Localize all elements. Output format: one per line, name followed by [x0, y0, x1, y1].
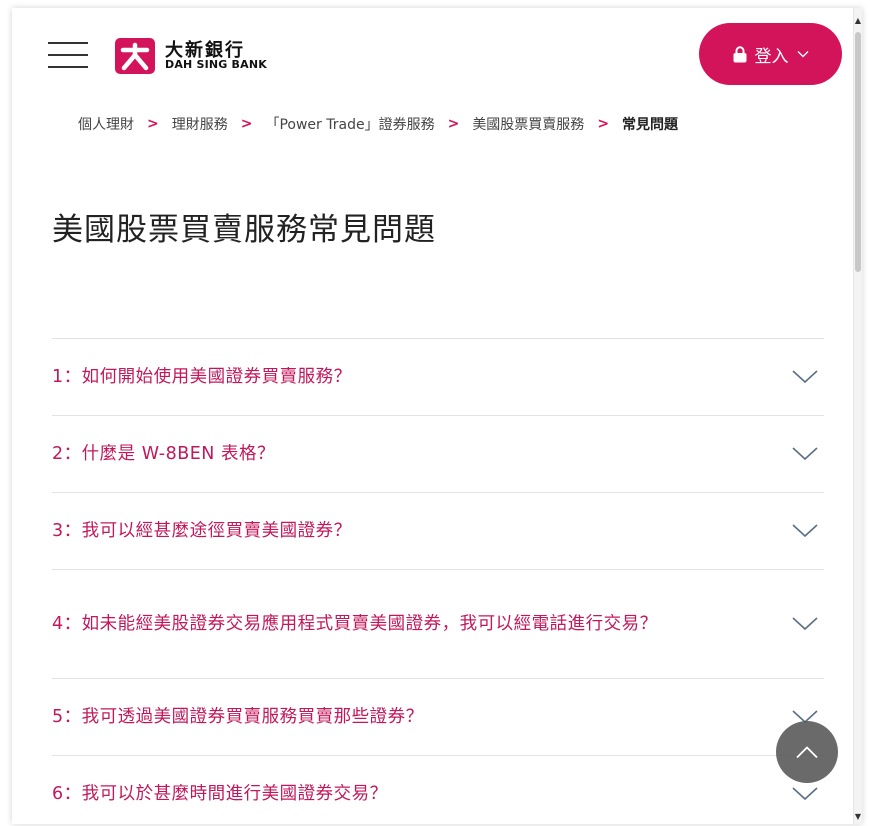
faq-item-1[interactable]: 1：如何開始使用美國證券買賣服務？	[52, 338, 824, 415]
faq-question: 1：如何開始使用美國證券買賣服務？	[52, 367, 352, 387]
logo-english-name: DAH SING BANK	[165, 58, 267, 71]
faq-question: 3：我可以經甚麼途徑買賣美國證券？	[52, 521, 352, 541]
lock-icon	[733, 45, 746, 62]
chevron-down-icon[interactable]	[792, 523, 818, 539]
back-to-top-button[interactable]	[776, 721, 838, 783]
faq-question: 2：什麼是 W-8BEN 表格？	[52, 444, 275, 464]
scrollbar-thumb[interactable]	[855, 32, 861, 272]
breadcrumb-item[interactable]: 美國股票買賣服務	[472, 114, 584, 134]
dah-sing-logo-icon	[115, 38, 155, 74]
bank-logo[interactable]: 大新銀行 DAH SING BANK	[115, 36, 295, 76]
page-title: 美國股票買賣服務常見問題	[52, 212, 436, 248]
faq-item-6[interactable]: 6：我可以於甚麼時間進行美國證券交易？	[52, 755, 824, 824]
breadcrumb-item[interactable]: 理財服務	[172, 114, 228, 134]
login-label: 登入	[754, 46, 789, 67]
faq-question: 5：我可透過美國證券買賣服務買賣那些證券？	[52, 707, 424, 727]
chevron-down-icon[interactable]	[792, 446, 818, 462]
faq-question: 6：我可以於甚麼時間進行美國證券交易？	[52, 784, 388, 804]
chevron-down-icon[interactable]	[792, 786, 818, 802]
breadcrumb-separator-icon: >	[597, 116, 610, 132]
faq-item-4[interactable]: 4：如未能經美股證券交易應用程式買賣美國證券，我可以經電話進行交易？	[52, 569, 824, 678]
faq-item-5[interactable]: 5：我可透過美國證券買賣服務買賣那些證券？	[52, 678, 824, 755]
breadcrumb-item[interactable]: 「Power Trade」證券服務	[265, 114, 434, 134]
breadcrumb: 個人理財 > 理財服務 > 「Power Trade」證券服務 > 美國股票買賣…	[78, 112, 678, 136]
faq-item-2[interactable]: 2：什麼是 W-8BEN 表格？	[52, 415, 824, 492]
breadcrumb-separator-icon: >	[447, 116, 460, 132]
hamburger-menu-icon[interactable]	[48, 42, 88, 72]
scroll-up-arrow-icon[interactable]: ▲	[854, 16, 862, 26]
faq-list: 1：如何開始使用美國證券買賣服務？ 2：什麼是 W-8BEN 表格？ 3：我可以…	[52, 338, 824, 824]
chevron-up-icon	[796, 745, 818, 758]
breadcrumb-current: 常見問題	[622, 117, 679, 133]
breadcrumb-separator-icon: >	[240, 116, 253, 132]
chevron-down-icon	[797, 51, 808, 58]
faq-question: 4：如未能經美股證券交易應用程式買賣美國證券，我可以經電話進行交易？	[52, 614, 658, 634]
page-frame: 大新銀行 DAH SING BANK 登入 個人理財 > 理財服務 > 「Pow…	[12, 8, 862, 824]
login-button[interactable]: 登入	[699, 23, 842, 85]
vertical-scrollbar[interactable]: ▲ ▼	[853, 8, 862, 824]
breadcrumb-item[interactable]: 個人理財	[78, 114, 134, 134]
scroll-down-arrow-icon[interactable]: ▼	[854, 812, 862, 822]
chevron-down-icon[interactable]	[792, 369, 818, 385]
site-header: 大新銀行 DAH SING BANK 登入	[12, 8, 854, 103]
faq-item-3[interactable]: 3：我可以經甚麼途徑買賣美國證券？	[52, 492, 824, 569]
breadcrumb-separator-icon: >	[147, 116, 159, 132]
chevron-down-icon[interactable]	[792, 616, 818, 632]
